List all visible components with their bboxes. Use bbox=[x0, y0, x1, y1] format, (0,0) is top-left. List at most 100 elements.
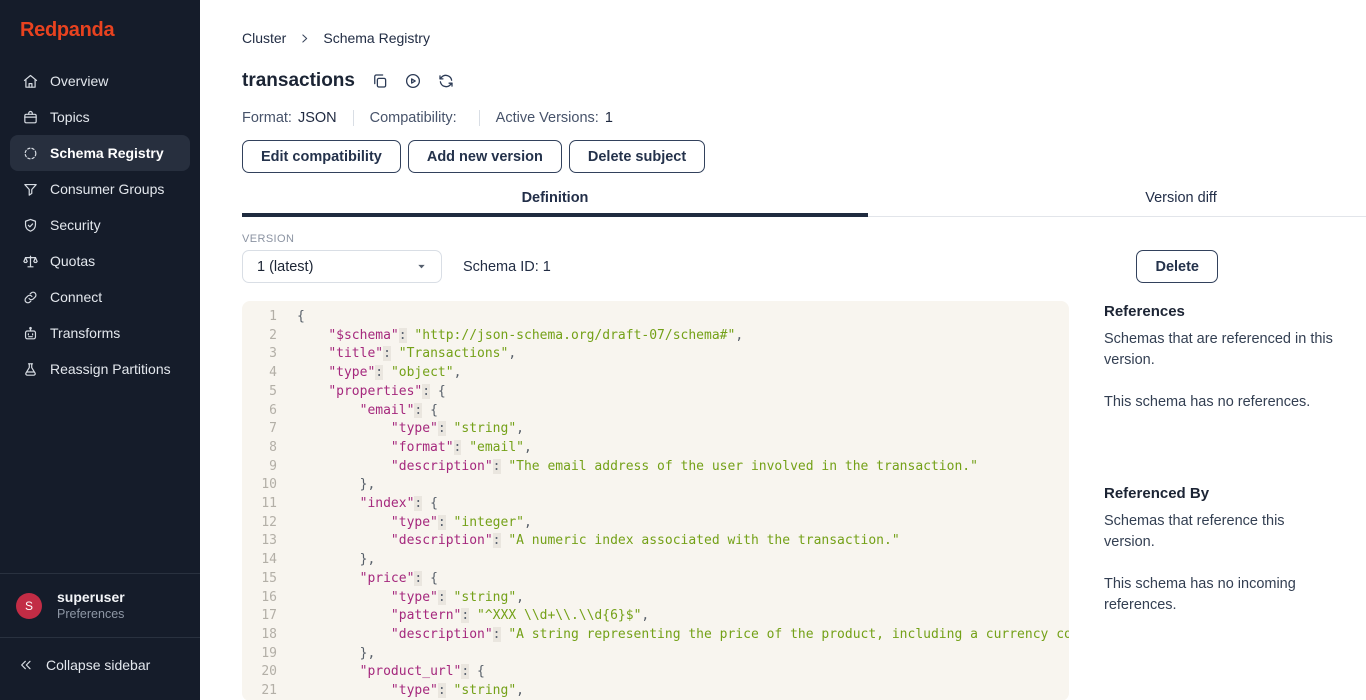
line-number: 20 bbox=[242, 663, 277, 682]
referenced-by-empty-note: references. bbox=[1104, 595, 1366, 616]
delete-subject-button[interactable]: Delete subject bbox=[569, 140, 705, 173]
code-line: 13 "description": "A numeric index assoc… bbox=[242, 532, 1069, 551]
line-number: 8 bbox=[242, 439, 277, 458]
caret-down-icon bbox=[416, 261, 427, 272]
code-line: 20 "product_url": { bbox=[242, 663, 1069, 682]
code-editor[interactable]: 1{2 "$schema": "http://json-schema.org/d… bbox=[242, 301, 1069, 700]
sidebar-item-label: Transforms bbox=[50, 325, 120, 341]
code-text: "format": "email", bbox=[277, 439, 532, 458]
references-description: Schemas that are referenced in this bbox=[1104, 329, 1366, 350]
sidebar-item-quotas[interactable]: Quotas bbox=[10, 243, 190, 279]
collapse-sidebar-button[interactable]: Collapse sidebar bbox=[0, 638, 200, 700]
schema-id: Schema ID: 1 bbox=[463, 259, 551, 275]
breadcrumb-schema-registry[interactable]: Schema Registry bbox=[323, 30, 430, 46]
version-bar: 1 (latest) Schema ID: 1 Delete bbox=[242, 250, 1218, 283]
chevron-right-icon bbox=[298, 32, 311, 45]
version-selected-value: 1 (latest) bbox=[257, 259, 313, 275]
code-text: }, bbox=[277, 645, 375, 664]
sidebar-nav: Overview Topics Schema Registry Consumer… bbox=[0, 63, 200, 387]
code-line: 18 "description": "A string representing… bbox=[242, 626, 1069, 645]
funnel-icon bbox=[22, 181, 39, 198]
line-number: 7 bbox=[242, 420, 277, 439]
code-text: }, bbox=[277, 476, 375, 495]
line-number: 15 bbox=[242, 570, 277, 589]
tab-version-diff[interactable]: Version diff bbox=[868, 187, 1366, 217]
scales-icon bbox=[22, 253, 39, 270]
scan-icon bbox=[22, 145, 39, 162]
copy-button[interactable] bbox=[371, 72, 389, 90]
code-line: 10 }, bbox=[242, 476, 1069, 495]
compatibility-label: Compatibility: bbox=[370, 110, 457, 126]
sidebar-item-security[interactable]: Security bbox=[10, 207, 190, 243]
user-name: superuser bbox=[57, 588, 125, 606]
breadcrumb-cluster[interactable]: Cluster bbox=[242, 30, 286, 46]
sidebar-item-label: Connect bbox=[50, 289, 102, 305]
code-text: { bbox=[277, 308, 305, 327]
referenced-by-empty-note: This schema has no incoming bbox=[1104, 574, 1366, 595]
code-text: "type": "integer", bbox=[277, 514, 532, 533]
sidebar-item-consumer-groups[interactable]: Consumer Groups bbox=[10, 171, 190, 207]
line-number: 16 bbox=[242, 589, 277, 608]
line-number: 14 bbox=[242, 551, 277, 570]
code-text: "description": "A numeric index associat… bbox=[277, 532, 900, 551]
code-line: 8 "format": "email", bbox=[242, 439, 1069, 458]
link-icon bbox=[22, 289, 39, 306]
play-button[interactable] bbox=[404, 72, 422, 90]
user-menu[interactable]: S superuser Preferences bbox=[0, 573, 200, 638]
code-line: 16 "type": "string", bbox=[242, 589, 1069, 608]
sidebar-item-overview[interactable]: Overview bbox=[10, 63, 190, 99]
code-text: "price": { bbox=[277, 570, 438, 589]
line-number: 19 bbox=[242, 645, 277, 664]
sidebar-item-connect[interactable]: Connect bbox=[10, 279, 190, 315]
divider bbox=[353, 110, 354, 126]
code-line: 6 "email": { bbox=[242, 402, 1069, 421]
copy-icon bbox=[371, 72, 389, 90]
references-panel: References Schemas that are referenced i… bbox=[1104, 301, 1366, 616]
code-text: "index": { bbox=[277, 495, 438, 514]
delete-version-button[interactable]: Delete bbox=[1136, 250, 1218, 283]
sidebar-item-reassign-partitions[interactable]: Reassign Partitions bbox=[10, 351, 190, 387]
main-content: Cluster Schema Registry transactions For… bbox=[200, 0, 1366, 700]
play-circle-icon bbox=[404, 72, 422, 90]
line-number: 10 bbox=[242, 476, 277, 495]
code-line: 21 "type": "string", bbox=[242, 682, 1069, 700]
code-text: "type": "string", bbox=[277, 420, 524, 439]
action-buttons: Edit compatibility Add new version Delet… bbox=[242, 140, 1366, 173]
logo-text: Redpanda bbox=[20, 19, 114, 41]
sidebar-item-schema-registry[interactable]: Schema Registry bbox=[10, 135, 190, 171]
subject-meta: Format: JSON Compatibility: Active Versi… bbox=[242, 108, 1366, 128]
code-text: "description": "The email address of the… bbox=[277, 458, 978, 477]
page-title: transactions bbox=[242, 70, 355, 92]
code-text: "type": "object", bbox=[277, 364, 461, 383]
sidebar-item-label: Reassign Partitions bbox=[50, 361, 171, 377]
code-text: }, bbox=[277, 551, 375, 570]
sidebar-item-transforms[interactable]: Transforms bbox=[10, 315, 190, 351]
tab-definition[interactable]: Definition bbox=[242, 187, 868, 217]
code-text: "description": "A string representing th… bbox=[277, 626, 1069, 645]
redpanda-logo[interactable]: Redpanda bbox=[0, 0, 200, 44]
avatar: S bbox=[16, 593, 42, 619]
collapse-label: Collapse sidebar bbox=[46, 657, 150, 673]
refresh-button[interactable] bbox=[437, 72, 455, 90]
sidebar-item-topics[interactable]: Topics bbox=[10, 99, 190, 135]
sidebar-item-label: Overview bbox=[50, 73, 108, 89]
code-text: "properties": { bbox=[277, 383, 446, 402]
line-number: 9 bbox=[242, 458, 277, 477]
references-empty-note: This schema has no references. bbox=[1104, 392, 1366, 413]
content-row: 1{2 "$schema": "http://json-schema.org/d… bbox=[242, 301, 1366, 700]
preferences-link[interactable]: Preferences bbox=[57, 606, 125, 623]
shield-check-icon bbox=[22, 217, 39, 234]
code-line: 11 "index": { bbox=[242, 495, 1069, 514]
add-new-version-button[interactable]: Add new version bbox=[408, 140, 562, 173]
breadcrumb: Cluster Schema Registry bbox=[242, 24, 1366, 52]
version-select[interactable]: 1 (latest) bbox=[242, 250, 442, 283]
code-text: "$schema": "http://json-schema.org/draft… bbox=[277, 327, 743, 346]
avatar-initial: S bbox=[25, 599, 33, 613]
referenced-by-description: version. bbox=[1104, 532, 1366, 553]
references-description: version. bbox=[1104, 350, 1366, 371]
line-number: 18 bbox=[242, 626, 277, 645]
line-number: 2 bbox=[242, 327, 277, 346]
divider bbox=[479, 110, 480, 126]
flask-icon bbox=[22, 361, 39, 378]
edit-compatibility-button[interactable]: Edit compatibility bbox=[242, 140, 401, 173]
